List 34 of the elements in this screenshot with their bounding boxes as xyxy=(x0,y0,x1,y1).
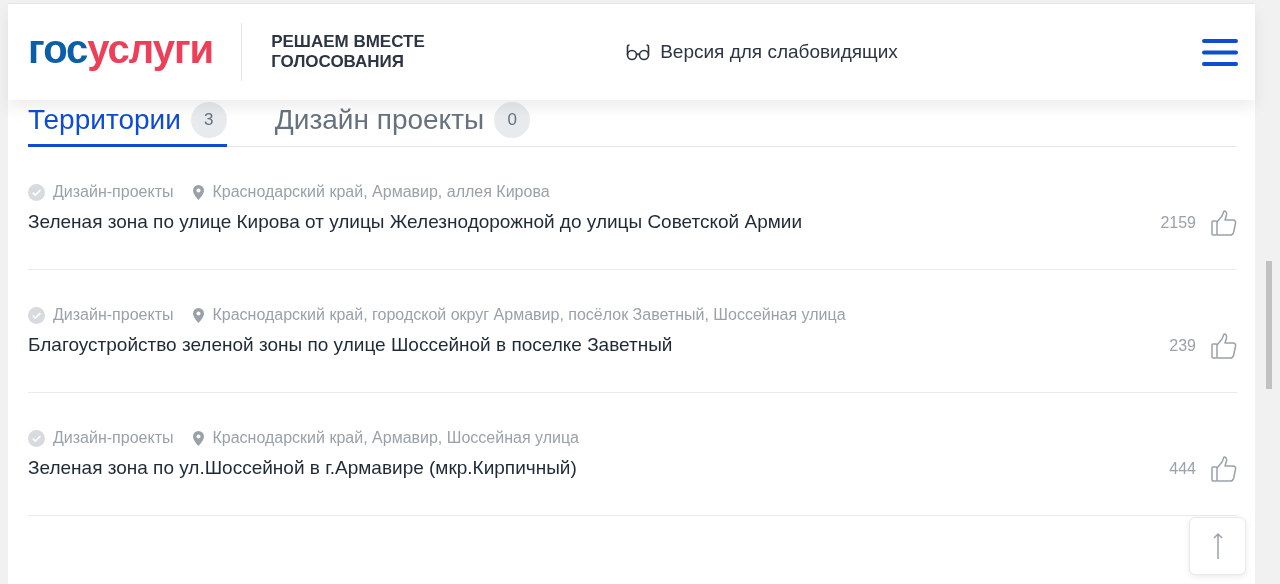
tab[interactable]: Дизайн проекты 0 xyxy=(274,102,531,147)
thumbs-up-icon[interactable] xyxy=(1211,456,1237,482)
project-title-link[interactable]: Зеленая зона по улице Кирова от улицы Железнодорожной до улицы Советской Армии xyxy=(28,210,1161,234)
arrow-up-icon xyxy=(1212,532,1223,560)
vote-count: 2159 xyxy=(1160,214,1196,232)
location-pin-icon xyxy=(193,430,205,446)
glasses-icon xyxy=(626,43,651,61)
address-label: Краснодарский край, Армавир, Шоссейная улица xyxy=(212,429,579,447)
logo[interactable]: госуслуги xyxy=(28,29,214,69)
project-title-link[interactable]: Благоустройство зеленой зоны по улице Шоссейной в поселке Заветный xyxy=(28,333,1170,357)
count-badge: 0 xyxy=(494,102,531,138)
project-title-link[interactable]: Зеленая зона по ул.Шоссейной в г.Армавире (мкр.Кирпичный) xyxy=(28,456,1170,480)
scroll-to-top-button[interactable] xyxy=(1189,517,1246,575)
location-pin-icon xyxy=(193,307,205,323)
vote-count: 444 xyxy=(1169,460,1196,478)
accessibility-link[interactable]: Версия для слабовидящих xyxy=(626,41,898,63)
check-circle-icon xyxy=(28,306,45,324)
check-circle-icon xyxy=(28,429,45,447)
check-circle-icon xyxy=(28,183,45,201)
address-label: Краснодарский край, Армавир, аллея Кирова xyxy=(212,183,550,201)
thumbs-up-icon[interactable] xyxy=(1211,333,1237,359)
scrollbar-thumb[interactable] xyxy=(1266,261,1272,389)
location-pin-icon xyxy=(193,184,205,200)
tab[interactable]: Территории 3 xyxy=(28,102,227,147)
category-label: Дизайн-проекты xyxy=(53,306,174,324)
category-label: Дизайн-проекты xyxy=(53,429,174,447)
menu-icon[interactable] xyxy=(1202,38,1238,66)
count-badge: 3 xyxy=(190,102,227,138)
site-subtitle: РЕШАЕМ ВМЕСТЕ xyxy=(271,32,426,52)
site-subtitle: ГОЛОСОВАНИЯ xyxy=(271,52,406,72)
category-label: Дизайн-проекты xyxy=(53,183,174,201)
thumbs-up-icon[interactable] xyxy=(1211,210,1237,236)
vote-count: 239 xyxy=(1169,337,1196,355)
address-label: Краснодарский край, городской округ Армавир, посёлок Заветный, Шоссейная улица xyxy=(212,306,846,324)
